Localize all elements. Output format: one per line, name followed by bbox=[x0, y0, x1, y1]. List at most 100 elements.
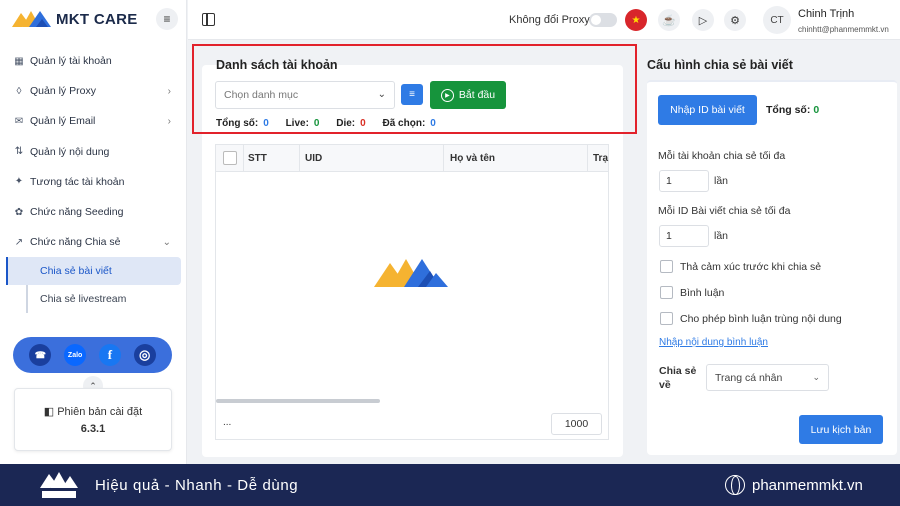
pagination-ellipsis: ... bbox=[223, 417, 232, 428]
config-panel: Nhập ID bài viết Tổng số: 0 Mỗi tài khoản… bbox=[647, 80, 897, 455]
sidebar-item-interaction[interactable]: ✦ Tương tác tài khoản bbox=[0, 167, 187, 197]
footer-banner: Hiệu quả - Nhanh - Dễ dùng phanmemmkt.vn bbox=[0, 464, 900, 506]
column-divider bbox=[587, 145, 588, 172]
user-email: chinhtt@phanmemmkt.vn bbox=[798, 25, 889, 34]
comment-option[interactable]: Bình luận bbox=[660, 286, 724, 299]
sidebar-item-account-management[interactable]: ▦ Quản lý tài khoản bbox=[0, 46, 187, 76]
page-size-input[interactable]: 1000 bbox=[551, 413, 602, 435]
zalo-icon[interactable]: Zalo bbox=[64, 344, 87, 366]
sidebar-item-proxy[interactable]: ◊ Quản lý Proxy › bbox=[0, 76, 187, 106]
sidebar-subitem-label: Chia sẻ bài viết bbox=[40, 265, 112, 278]
sidebar-item-share[interactable]: ↗ Chức năng Chia sẻ ⌄ bbox=[0, 227, 187, 257]
select-all-checkbox[interactable] bbox=[223, 151, 237, 165]
per-account-label: Mỗi tài khoản chia sẻ tối đa bbox=[658, 150, 786, 162]
post-total-label: Tổng số: bbox=[766, 104, 811, 116]
chevron-down-icon: ⌄ bbox=[162, 236, 171, 248]
chevron-down-icon: ⌄ bbox=[812, 372, 820, 382]
globe-icon bbox=[725, 475, 745, 495]
column-header-status[interactable]: Trạ bbox=[593, 153, 608, 164]
mkt-logo-icon bbox=[12, 11, 51, 27]
post-total-value: 0 bbox=[813, 104, 820, 116]
duplicate-comment-label: Cho phép bình luận trùng nội dung bbox=[680, 312, 842, 325]
per-account-input[interactable]: 1 bbox=[659, 170, 709, 192]
sidebar-item-label: Tương tác tài khoản bbox=[30, 175, 125, 188]
sidebar-item-label: Quản lý nội dung bbox=[30, 145, 110, 158]
per-post-label: Mỗi ID Bài viết chia sẻ tối đa bbox=[658, 205, 791, 217]
config-panel-title: Cấu hình chia sẻ bài viết bbox=[647, 58, 793, 72]
sidebar: MKT CARE ≡ ▦ Quản lý tài khoản ◊ Quản lý… bbox=[0, 0, 187, 464]
avatar[interactable]: CT bbox=[763, 6, 791, 34]
highlight-box bbox=[192, 44, 637, 134]
comment-checkbox[interactable] bbox=[660, 286, 673, 299]
app-logo: MKT CARE bbox=[12, 9, 138, 29]
mkt-logo-watermark-icon bbox=[374, 259, 448, 287]
vietnam-flag-icon[interactable]: ★ bbox=[625, 9, 647, 31]
column-divider bbox=[243, 145, 244, 172]
seed-icon: ✿ bbox=[14, 206, 24, 218]
proxy-toggle[interactable] bbox=[589, 13, 617, 27]
version-icon: ◧ bbox=[43, 406, 58, 418]
facebook-icon[interactable]: f bbox=[98, 344, 121, 366]
accounts-table: STT UID Họ và tên Trạ ... 1000 bbox=[215, 144, 609, 440]
version-label: ◧ Phiên bản cài đặt bbox=[15, 405, 171, 418]
column-header-uid[interactable]: UID bbox=[305, 153, 322, 164]
sidebar-item-label: Quản lý Proxy bbox=[30, 85, 96, 98]
sidebar-item-label: Chức năng Seeding bbox=[30, 206, 124, 219]
sidebar-subitem-label: Chia sẻ livestream bbox=[40, 293, 127, 306]
share-to-select[interactable]: Trang cá nhân ⌄ bbox=[706, 364, 829, 391]
topbar: Không đổi Proxy ★ ☕ ▷ ⚙ CT Chinh Trịnh c… bbox=[188, 0, 900, 40]
version-number: 6.3.1 bbox=[80, 423, 106, 435]
bell-icon[interactable]: ☕ bbox=[658, 9, 680, 31]
mkt-footer-logo-icon bbox=[40, 472, 78, 498]
per-account-unit: lần bbox=[714, 175, 729, 187]
import-post-id-button[interactable]: Nhập ID bài viết bbox=[658, 95, 757, 125]
chevron-right-icon: › bbox=[167, 115, 171, 127]
react-before-share-label: Thả cảm xúc trước khi chia sẻ bbox=[680, 260, 822, 273]
support-headset-icon[interactable]: ☎ bbox=[29, 344, 52, 366]
gear-icon[interactable]: ⚙ bbox=[724, 9, 746, 31]
social-bar: ☎ Zalo f ◎ bbox=[13, 337, 172, 373]
sidebar-nav: ▦ Quản lý tài khoản ◊ Quản lý Proxy › ✉ … bbox=[0, 46, 187, 314]
chevron-right-icon: › bbox=[167, 85, 171, 97]
version-label-text: Phiên bản cài đặt bbox=[57, 406, 143, 418]
footer-website: phanmemmkt.vn bbox=[752, 477, 863, 494]
duplicate-comment-option[interactable]: Cho phép bình luận trùng nội dung bbox=[660, 312, 842, 325]
sparkle-icon: ✦ bbox=[14, 176, 24, 188]
content-icon: ⇅ bbox=[14, 146, 24, 158]
layout-toggle-icon[interactable] bbox=[202, 13, 215, 26]
footer-slogan: Hiệu quả - Nhanh - Dễ dùng bbox=[95, 477, 299, 494]
share-to-label: Chia sẻ về bbox=[659, 365, 697, 391]
mail-icon: ✉ bbox=[14, 115, 24, 127]
play-circle-icon[interactable]: ▷ bbox=[692, 9, 714, 31]
globe-icon[interactable]: ◎ bbox=[133, 344, 156, 366]
comment-content-link[interactable]: Nhập nội dung bình luận bbox=[659, 337, 768, 348]
react-before-share-option[interactable]: Thả cảm xúc trước khi chia sẻ bbox=[660, 260, 821, 273]
share-to-value: Trang cá nhân bbox=[715, 372, 783, 384]
proxy-label: Không đổi Proxy bbox=[509, 14, 590, 26]
save-script-button[interactable]: Lưu kịch bản bbox=[799, 415, 883, 444]
sidebar-subitem-share-livestream[interactable]: Chia sẻ livestream bbox=[0, 285, 187, 314]
per-post-unit: lần bbox=[714, 230, 729, 242]
layers-icon: ◊ bbox=[16, 85, 22, 97]
column-divider bbox=[299, 145, 300, 172]
sidebar-item-seeding[interactable]: ✿ Chức năng Seeding bbox=[0, 197, 187, 227]
sidebar-subitem-share-post[interactable]: Chia sẻ bài viết bbox=[6, 257, 181, 286]
column-header-name[interactable]: Họ và tên bbox=[450, 153, 495, 164]
column-header-stt[interactable]: STT bbox=[248, 153, 267, 164]
version-card: ◧ Phiên bản cài đặt 6.3.1 bbox=[14, 388, 172, 451]
per-post-input[interactable]: 1 bbox=[659, 225, 709, 247]
react-before-share-checkbox[interactable] bbox=[660, 260, 673, 273]
comment-label: Bình luận bbox=[680, 286, 725, 299]
sidebar-item-content[interactable]: ⇅ Quản lý nội dung bbox=[0, 137, 187, 167]
app-name: MKT CARE bbox=[56, 10, 138, 28]
sidebar-item-label: Quản lý Email bbox=[30, 115, 96, 128]
share-icon: ↗ bbox=[14, 236, 24, 248]
menu-toggle-icon[interactable]: ≡ bbox=[156, 8, 178, 30]
duplicate-comment-checkbox[interactable] bbox=[660, 312, 673, 325]
user-name: Chinh Trịnh bbox=[798, 8, 855, 20]
sidebar-item-email[interactable]: ✉ Quản lý Email › bbox=[0, 106, 187, 136]
post-total: Tổng số: 0 bbox=[766, 104, 819, 116]
table-header: STT UID Họ và tên Trạ bbox=[216, 145, 608, 172]
sidebar-item-label: Chức năng Chia sẻ bbox=[30, 236, 121, 249]
horizontal-scrollbar[interactable] bbox=[216, 399, 380, 403]
